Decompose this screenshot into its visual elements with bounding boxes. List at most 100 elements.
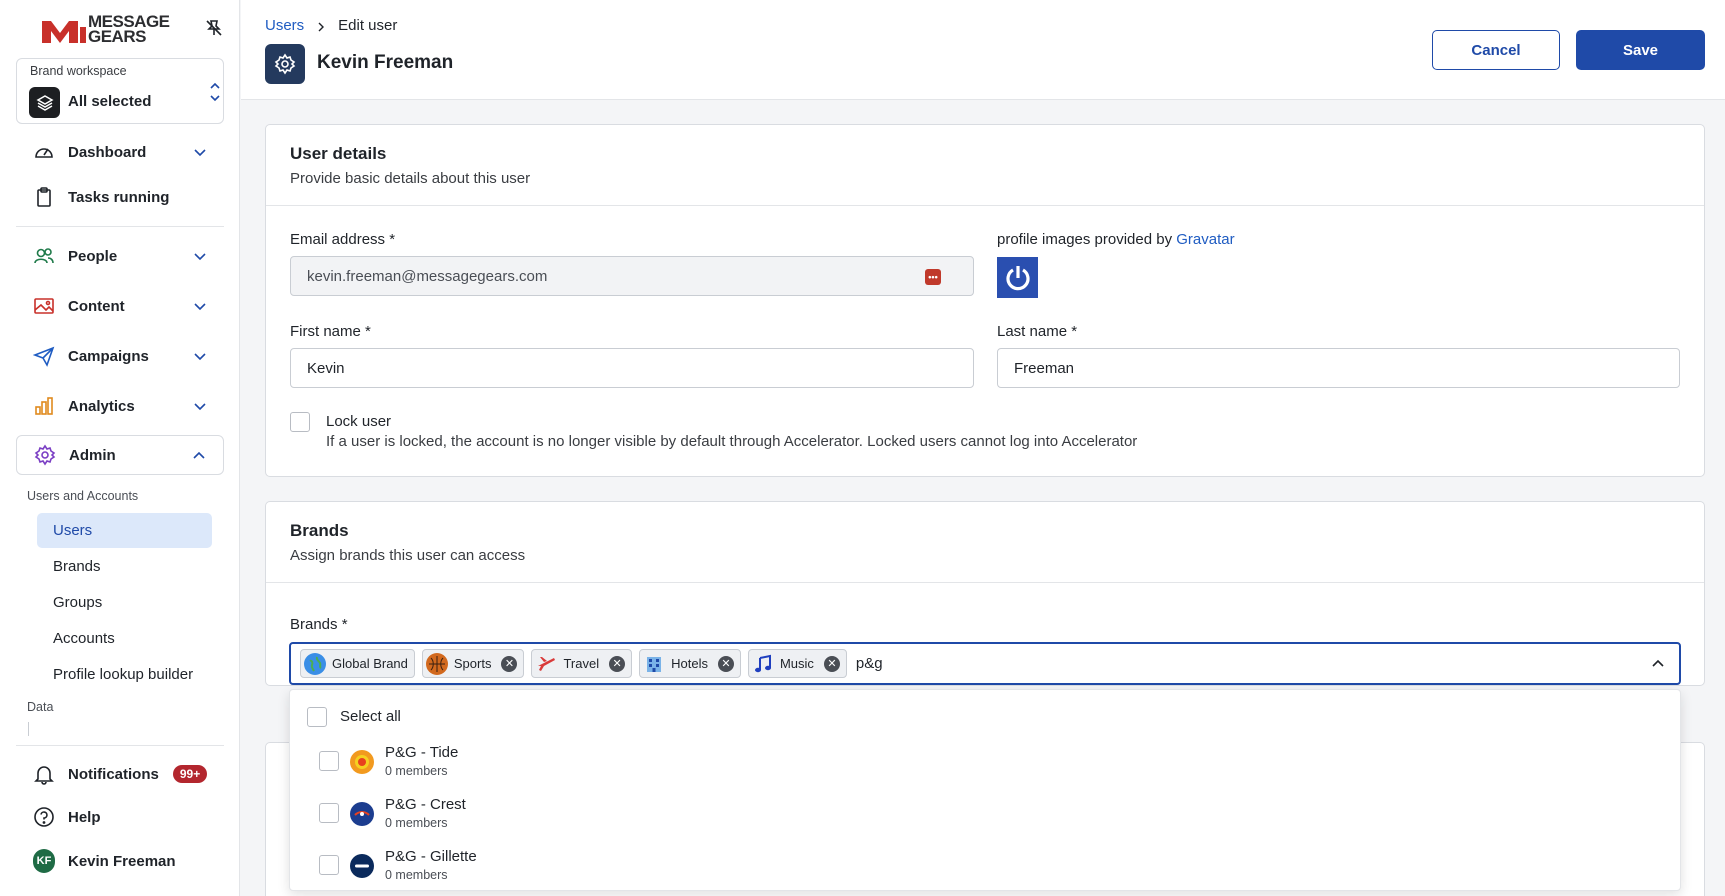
sidebar-item-users[interactable]: Users xyxy=(37,513,212,548)
lock-user-checkbox[interactable] xyxy=(290,412,310,432)
brand-chip-label: Hotels xyxy=(671,656,708,671)
nav-content[interactable]: Content xyxy=(16,286,224,326)
gravatar-avatar xyxy=(997,257,1038,298)
workspace-label: Brand workspace xyxy=(30,64,127,78)
brands-multiselect[interactable]: Global Brand Sports ✕ Travel ✕ Hotels ✕ … xyxy=(289,642,1681,685)
music-note-icon xyxy=(752,653,774,675)
page-header: Users Edit user Kevin Freeman Cancel Sav… xyxy=(241,0,1725,100)
nav-help[interactable]: Help xyxy=(16,797,224,837)
option-checkbox-tide[interactable] xyxy=(319,751,339,771)
page-title: Kevin Freeman xyxy=(317,52,454,73)
sidebar-item-groups[interactable]: Groups xyxy=(37,585,212,620)
layers-icon xyxy=(29,87,60,118)
gear-icon xyxy=(265,44,305,84)
nav-tasks-running[interactable]: Tasks running xyxy=(16,177,224,217)
remove-chip-icon[interactable]: ✕ xyxy=(609,655,626,672)
option-members-crest: 0 members xyxy=(385,816,448,830)
option-title-tide[interactable]: P&G - Tide xyxy=(385,744,458,761)
brand-chip-label: Global Brand xyxy=(332,656,408,671)
nav-user-profile[interactable]: KF Kevin Freeman xyxy=(16,841,224,881)
option-title-gillette[interactable]: P&G - Gillette xyxy=(385,848,477,865)
nav-help-label: Help xyxy=(68,808,101,826)
nav-notifications[interactable]: Notifications 99+ xyxy=(16,754,224,794)
chevron-down-icon xyxy=(193,349,207,363)
sidebar-divider xyxy=(16,745,224,746)
option-checkbox-gillette[interactable] xyxy=(319,855,339,875)
brand-chip-hotels: Hotels ✕ xyxy=(639,649,741,678)
user-details-subtitle: Provide basic details about this user xyxy=(290,170,531,187)
brand-workspace-selector[interactable]: Brand workspace All selected xyxy=(16,58,224,124)
unpin-icon[interactable] xyxy=(204,18,224,38)
nav-analytics[interactable]: Analytics xyxy=(16,386,224,426)
gravatar-note: profile images provided by Gravatar xyxy=(997,231,1235,248)
sidebar-divider xyxy=(16,226,224,227)
brands-field-label: Brands * xyxy=(290,616,348,633)
hotel-icon xyxy=(643,653,665,675)
chevron-right-icon xyxy=(316,20,326,32)
notifications-count-badge: 99+ xyxy=(172,765,208,783)
brands-title: Brands xyxy=(290,521,349,540)
user-details-title: User details xyxy=(290,144,387,163)
brands-subtitle: Assign brands this user can access xyxy=(290,547,526,564)
chevron-up-icon[interactable] xyxy=(1651,657,1665,671)
tide-logo-icon xyxy=(350,750,374,774)
nav-dashboard[interactable]: Dashboard xyxy=(16,132,224,172)
last-name-field[interactable]: Freeman xyxy=(997,348,1680,388)
last-name-label: Last name * xyxy=(997,323,1078,340)
nav-people-label: People xyxy=(68,247,118,265)
nav-dashboard-label: Dashboard xyxy=(68,143,147,161)
first-name-value: Kevin xyxy=(307,359,345,377)
first-name-field[interactable]: Kevin xyxy=(290,348,974,388)
gear-icon xyxy=(34,444,56,466)
cancel-button[interactable]: Cancel xyxy=(1432,30,1560,70)
brand-chip-global: Global Brand xyxy=(300,649,415,678)
select-all-label[interactable]: Select all xyxy=(340,708,401,725)
breadcrumb-users-link[interactable]: Users xyxy=(265,17,304,34)
messagegears-logo[interactable]: MESSAGE GEARS xyxy=(42,13,170,46)
nav-tasks-label: Tasks running xyxy=(68,188,170,206)
sidebar-item-brands[interactable]: Brands xyxy=(37,549,212,584)
nav-campaigns[interactable]: Campaigns xyxy=(16,336,224,376)
chevron-down-icon xyxy=(193,399,207,413)
remove-chip-icon[interactable]: ✕ xyxy=(501,655,518,672)
nav-content-label: Content xyxy=(68,297,125,315)
bell-icon xyxy=(33,763,55,785)
chevron-up-icon xyxy=(192,449,206,463)
brand-chip-label: Music xyxy=(779,656,814,671)
paper-plane-icon xyxy=(33,345,55,367)
nav-admin-label: Admin xyxy=(69,446,116,464)
crest-logo-icon xyxy=(350,802,374,826)
remove-chip-icon[interactable]: ✕ xyxy=(823,655,840,672)
image-icon xyxy=(33,295,55,317)
sidebar-item-profile-lookup[interactable]: Profile lookup builder xyxy=(37,657,212,692)
chevron-up-down-icon xyxy=(208,79,222,105)
nav-admin[interactable]: Admin xyxy=(16,435,224,475)
nav-people[interactable]: People xyxy=(16,236,224,276)
user-name: Kevin Freeman xyxy=(68,852,176,870)
option-members-tide: 0 members xyxy=(385,764,448,778)
save-button[interactable]: Save xyxy=(1576,30,1705,70)
option-title-crest[interactable]: P&G - Crest xyxy=(385,796,466,813)
logo-mark-icon xyxy=(42,15,86,43)
email-label: Email address * xyxy=(290,231,396,248)
people-icon xyxy=(33,245,55,267)
sidebar-item-accounts[interactable]: Accounts xyxy=(37,621,212,656)
sidebar: MESSAGE GEARS Brand workspace All select… xyxy=(0,0,240,896)
data-group-label: Data xyxy=(27,700,54,714)
first-name-label: First name * xyxy=(290,323,371,340)
lock-user-help: If a user is locked, the account is no l… xyxy=(326,433,1138,450)
option-checkbox-crest[interactable] xyxy=(319,803,339,823)
chevron-down-icon xyxy=(193,249,207,263)
password-manager-icon[interactable]: ••• xyxy=(925,269,941,285)
avatar: KF xyxy=(33,849,55,873)
select-all-checkbox[interactable] xyxy=(307,707,327,727)
basketball-icon xyxy=(425,652,448,675)
logo-text-line2: GEARS xyxy=(88,27,146,46)
brands-search-text[interactable]: p&g xyxy=(856,655,883,672)
brands-dropdown: Select all P&G - Tide 0 members P&G - Cr… xyxy=(289,689,1681,891)
gravatar-link[interactable]: Gravatar xyxy=(1176,231,1234,248)
remove-chip-icon[interactable]: ✕ xyxy=(717,655,734,672)
brand-chip-label: Travel xyxy=(563,656,600,671)
email-field: kevin.freeman@messagegears.com ••• xyxy=(290,256,974,296)
nav-campaigns-label: Campaigns xyxy=(68,347,149,365)
